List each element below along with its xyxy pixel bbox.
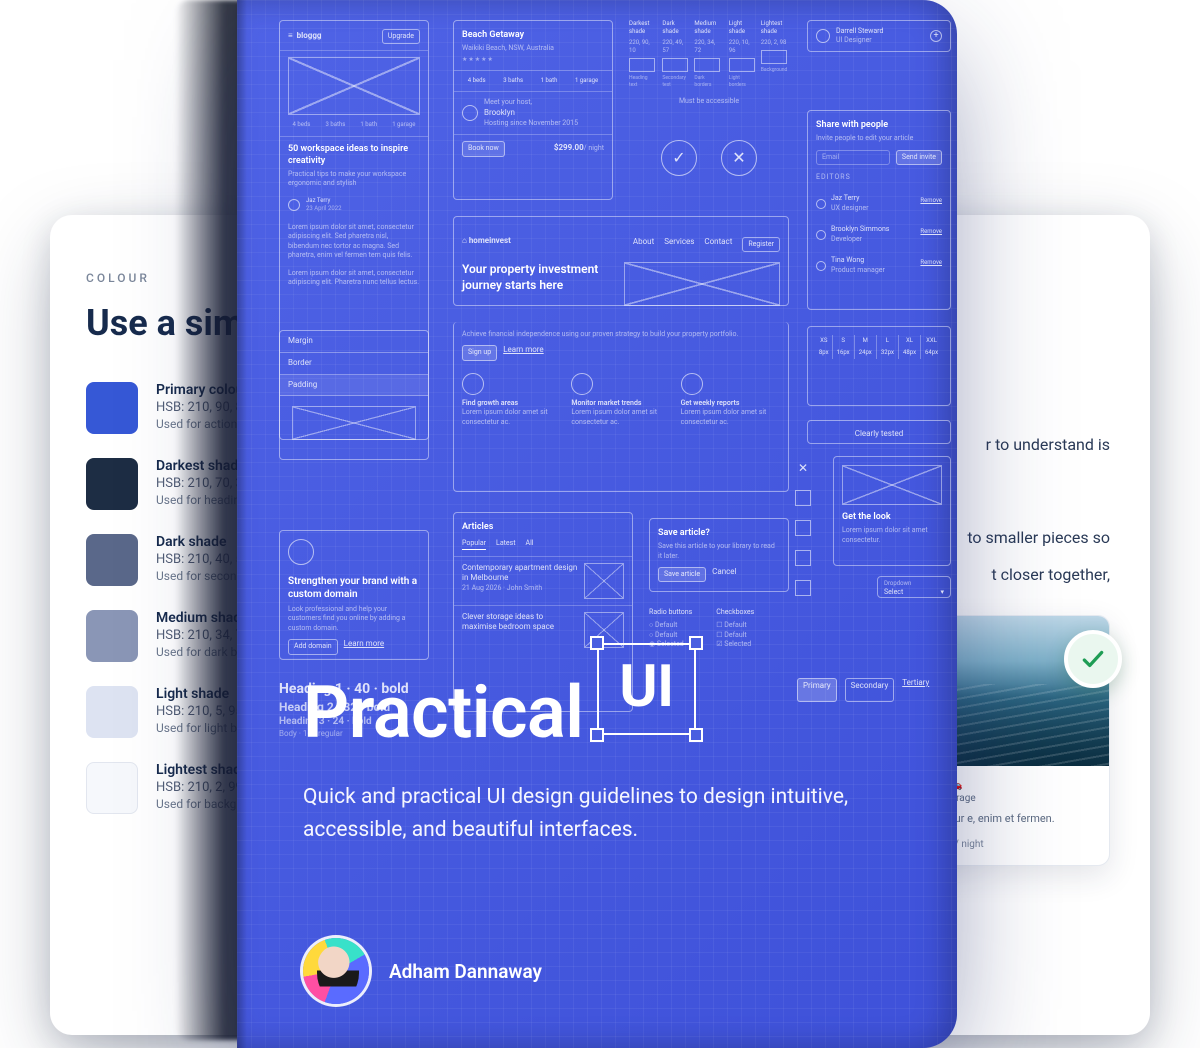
wire-property: Achieve financial independence using our… bbox=[453, 322, 789, 492]
colour-swatch bbox=[86, 534, 138, 586]
wire-box-model: Margin Border Padding bbox=[279, 330, 429, 460]
wire-share: Share with people Invite people to edit … bbox=[807, 110, 951, 310]
wire-shades: Darkest shade220, 90, 10Heading textDark… bbox=[629, 20, 789, 120]
book-cover: ≡ bloggg Upgrade 4 beds3 baths1 bath1 ga… bbox=[237, 0, 957, 1048]
wire-save-dialog: Save article? Save this article to your … bbox=[649, 518, 789, 592]
cross-icon: ✕ bbox=[721, 140, 757, 176]
check-badge-icon bbox=[1064, 630, 1122, 688]
wire-beach: Beach Getaway Waikiki Beach, NSW, Austra… bbox=[453, 20, 613, 200]
book-subtitle: Quick and practical UI design guidelines… bbox=[303, 781, 863, 846]
author-avatar-icon bbox=[303, 938, 369, 1004]
wire-homeinvest: ⌂ homeinvest About Services Contact Regi… bbox=[453, 216, 789, 306]
colour-swatch bbox=[86, 382, 138, 434]
edit-icon bbox=[795, 520, 811, 536]
wire-dropdown: Dropdown Select▾ bbox=[877, 576, 951, 598]
wire-brand-domain: Strengthen your brand with a custom doma… bbox=[279, 530, 429, 660]
close-icon: ✕ bbox=[795, 460, 811, 476]
colour-swatch bbox=[86, 762, 138, 814]
book-title: Practical UI bbox=[303, 670, 897, 755]
copy-icon bbox=[795, 550, 811, 566]
download-icon bbox=[795, 580, 811, 596]
check-icon: ✓ bbox=[661, 140, 697, 176]
wire-get-look: Get the look Lorem ipsum dolor sit amet … bbox=[833, 456, 951, 566]
ui-selection-frame: UI bbox=[597, 643, 695, 735]
wire-chip: Clearly tested bbox=[807, 420, 951, 444]
colour-swatch bbox=[86, 458, 138, 510]
author: Adham Dannaway bbox=[303, 938, 542, 1004]
author-name: Adham Dannaway bbox=[389, 960, 542, 983]
colour-swatch bbox=[86, 686, 138, 738]
wire-check-cross: ✓ ✕ bbox=[629, 140, 789, 196]
trash-icon bbox=[795, 490, 811, 506]
colour-swatch bbox=[86, 610, 138, 662]
wire-breakpoints: XSSMLXLXXL8px16px24px32px48px64px bbox=[807, 326, 951, 406]
wire-profile: Darrell Steward UI Designer + bbox=[807, 20, 951, 52]
